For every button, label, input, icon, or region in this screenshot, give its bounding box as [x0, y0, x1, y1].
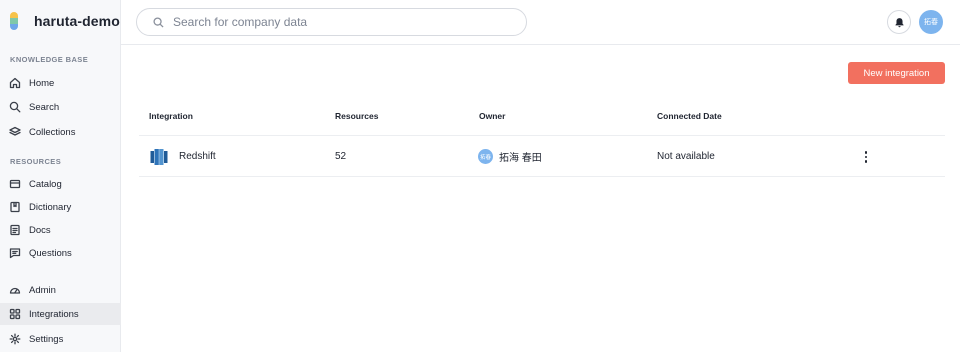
sidebar-item-integrations[interactable]: Integrations — [0, 303, 121, 325]
dictionary-icon — [9, 201, 21, 213]
sidebar-item-catalog[interactable]: Catalog — [0, 173, 121, 195]
sidebar-item-label: Integrations — [29, 308, 79, 320]
section-label-knowledge-base: KNOWLEDGE BASE — [10, 55, 89, 64]
new-integration-button[interactable]: New integration — [848, 62, 945, 84]
workspace-name: haruta-demo — [34, 13, 120, 29]
notifications-button[interactable] — [887, 10, 911, 34]
integration-name: Redshift — [179, 151, 216, 162]
sidebar-item-label: Home — [29, 77, 55, 89]
sidebar-item-label: Catalog — [29, 178, 62, 190]
search-input[interactable] — [173, 15, 493, 29]
bell-icon — [894, 17, 904, 27]
section-label-resources: RESOURCES — [10, 157, 62, 166]
sidebar-item-label: Docs — [29, 224, 51, 236]
integration-cell[interactable]: Redshift — [150, 136, 216, 177]
user-avatar[interactable]: 拓春 — [919, 10, 943, 34]
sidebar-item-label: Collections — [29, 126, 76, 138]
sidebar-item-questions[interactable]: Questions — [0, 242, 121, 264]
column-header-resources[interactable]: Resources — [335, 111, 378, 121]
integrations-icon — [9, 308, 21, 320]
search-box[interactable] — [136, 8, 527, 36]
sidebar-item-settings[interactable]: Settings — [0, 328, 121, 350]
catalog-icon — [9, 178, 21, 190]
redshift-icon — [150, 148, 168, 165]
column-header-connected-date[interactable]: Connected Date — [657, 111, 722, 121]
sidebar-item-search[interactable]: Search — [0, 96, 121, 118]
sidebar-item-label: Settings — [29, 333, 64, 345]
table-row[interactable]: Redshift 52 拓春 拓海 春田 Not available — [139, 136, 945, 177]
sidebar-item-dictionary[interactable]: Dictionary — [0, 196, 121, 218]
sidebar: haruta-demo KNOWLEDGE BASE Home Search C… — [0, 0, 121, 352]
sidebar-item-collections[interactable]: Collections — [0, 121, 121, 143]
workspace-logo — [10, 12, 18, 30]
table-header: Integration Resources Owner Connected Da… — [139, 100, 945, 136]
more-vertical-icon — [864, 151, 868, 154]
resources-count: 52 — [335, 151, 347, 162]
workspace-brand[interactable]: haruta-demo — [10, 10, 120, 32]
questions-icon — [9, 247, 21, 259]
docs-icon — [9, 224, 21, 236]
integrations-table: Integration Resources Owner Connected Da… — [139, 100, 945, 177]
connected-date: Not available — [657, 151, 715, 162]
admin-icon — [9, 284, 21, 296]
search-icon — [153, 16, 164, 28]
sidebar-item-label: Search — [29, 101, 60, 113]
sidebar-item-label: Dictionary — [29, 201, 72, 213]
sidebar-item-label: Admin — [29, 284, 56, 296]
row-menu-button[interactable] — [861, 149, 871, 165]
owner-name: 拓海 春田 — [499, 153, 542, 164]
column-header-integration[interactable]: Integration — [149, 111, 193, 121]
sidebar-item-label: Questions — [29, 247, 72, 259]
column-header-owner[interactable]: Owner — [479, 111, 505, 121]
sidebar-item-admin[interactable]: Admin — [0, 279, 121, 301]
owner-avatar: 拓春 — [478, 149, 493, 164]
sidebar-item-home[interactable]: Home — [0, 72, 121, 94]
search-icon — [9, 101, 21, 113]
collections-icon — [9, 126, 21, 138]
home-icon — [9, 77, 21, 89]
settings-icon — [9, 333, 21, 345]
owner-cell: 拓春 拓海 春田 — [478, 136, 542, 177]
top-bar: 拓春 — [121, 0, 960, 45]
sidebar-item-docs[interactable]: Docs — [0, 219, 121, 241]
